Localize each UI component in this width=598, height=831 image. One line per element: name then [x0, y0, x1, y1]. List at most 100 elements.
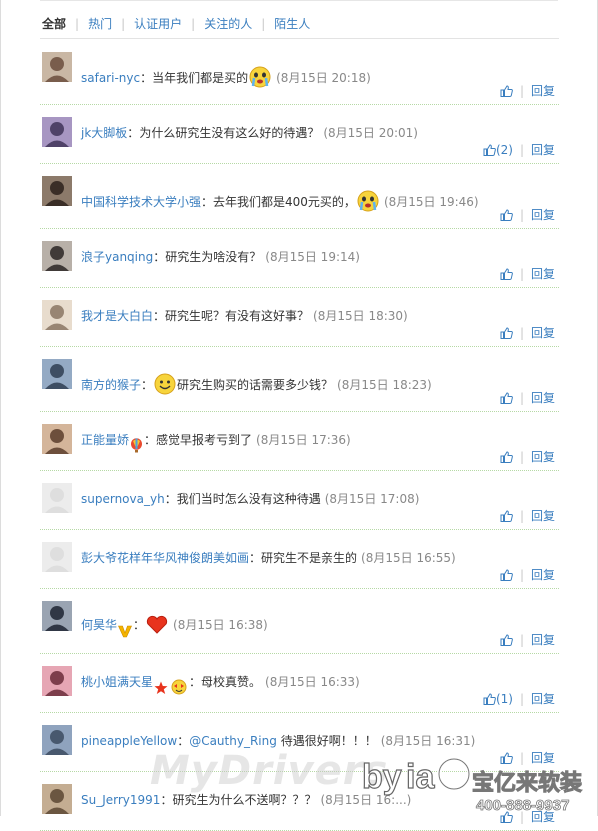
comment-username[interactable]: jk大脚板 [81, 126, 127, 140]
comment-username[interactable]: supernova_yh [81, 492, 165, 506]
comment-username[interactable]: 我才是大白白 [81, 309, 153, 323]
like-button[interactable] [500, 326, 513, 340]
avatar[interactable] [42, 359, 72, 389]
reply-button[interactable]: 回复 [531, 633, 555, 647]
comment-text: 研究生为啥没有？ [165, 250, 262, 264]
comment-item: safari-nyc：当年我们都是买的 (8月15日 20:18) | 回复 [40, 40, 559, 105]
like-button[interactable]: (1) [483, 692, 513, 706]
avatar[interactable] [42, 666, 72, 696]
action-separator: | [519, 267, 524, 281]
like-button[interactable] [500, 391, 513, 405]
like-button[interactable] [500, 509, 513, 523]
thumbs-up-icon [500, 751, 513, 765]
comment-item: pineappleYellow：@Cauthy_Ring 待遇很好啊！！！ (8月… [40, 713, 559, 772]
comment-text: 我们当时怎么没有这种待遇 [176, 492, 321, 506]
comment-mention[interactable]: @Cauthy_Ring [189, 734, 277, 748]
reply-button[interactable]: 回复 [531, 267, 555, 281]
comment-username[interactable]: safari-nyc [81, 71, 140, 85]
thumbs-up-icon [500, 568, 513, 582]
tab-hot[interactable]: 热门 [88, 17, 112, 31]
like-button[interactable] [500, 450, 513, 464]
reply-button[interactable]: 回复 [531, 143, 555, 157]
thumbs-up-icon [500, 450, 513, 464]
comment-username[interactable]: 中国科学技术大学小强 [81, 195, 201, 209]
reply-button[interactable]: 回复 [531, 391, 555, 405]
reply-button[interactable]: 回复 [531, 208, 555, 222]
avatar[interactable] [42, 300, 72, 330]
comment-time: (8月15日 18:30) [313, 309, 408, 323]
tab-following[interactable]: 关注的人 [204, 17, 252, 31]
avatar[interactable] [42, 601, 72, 631]
action-separator: | [519, 692, 524, 706]
action-separator: | [519, 751, 524, 765]
comment-item: 浪子yanqing：研究生为啥没有？ (8月15日 19:14) | 回复 [40, 229, 559, 288]
like-button[interactable] [500, 751, 513, 765]
avatar[interactable] [42, 784, 72, 814]
action-separator: | [519, 810, 524, 824]
comment-username[interactable]: 何昊华 [81, 618, 117, 632]
comment-text: 待遇很好啊！！！ [280, 734, 377, 748]
comment-actions: (1) | 回复 [483, 692, 555, 706]
colon-separator: ： [144, 433, 157, 447]
avatar[interactable] [42, 52, 72, 82]
comment-item: 我才是大白白：研究生呢？有没有这好事？ (8月15日 18:30) | 回复 [40, 288, 559, 347]
colon-separator: ： [140, 71, 153, 85]
like-button[interactable] [500, 810, 513, 824]
comment-actions: | 回复 [500, 84, 555, 98]
comment-time: (8月15日 19:46) [383, 195, 479, 209]
comment-actions: | 回复 [500, 267, 555, 281]
comment-actions: | 回复 [500, 568, 555, 582]
tab-separator: | [121, 17, 126, 31]
avatar[interactable] [42, 424, 72, 454]
tab-all[interactable]: 全部 [42, 17, 66, 31]
comment-time: (8月15日 18:23) [337, 378, 432, 392]
smile-face-icon [154, 373, 176, 399]
comment-text: 母校真赞。 [201, 675, 262, 689]
like-button[interactable] [500, 633, 513, 647]
reply-button[interactable]: 回复 [531, 450, 555, 464]
avatar[interactable] [42, 542, 72, 572]
like-button[interactable] [500, 568, 513, 582]
comment-actions: (2) | 回复 [483, 143, 555, 157]
avatar[interactable] [42, 176, 72, 206]
top-divider [40, 0, 558, 1]
comment-actions: | 回复 [500, 509, 555, 523]
comment-username[interactable]: 正能量娇 [81, 433, 129, 447]
comment-username[interactable]: 彭大爷花样年华风神俊朗美如画 [81, 551, 249, 565]
like-button[interactable] [500, 267, 513, 281]
avatar[interactable] [42, 483, 72, 513]
comment-item: 中国科学技术大学小强：去年我们都是400元买的， (8月15日 19:46) | 回复 [40, 164, 559, 229]
comment-username[interactable]: 桃小姐满天星 [81, 675, 153, 689]
reply-button[interactable]: 回复 [531, 751, 555, 765]
avatar[interactable] [42, 117, 72, 147]
tab-separator: | [75, 17, 80, 31]
reply-button[interactable]: 回复 [531, 568, 555, 582]
reply-button[interactable]: 回复 [531, 509, 555, 523]
reply-button[interactable]: 回复 [531, 692, 555, 706]
reply-button[interactable]: 回复 [531, 326, 555, 340]
avatar[interactable] [42, 725, 72, 755]
colon-separator: ： [249, 551, 262, 565]
comment-username[interactable]: 浪子yanqing [81, 250, 153, 264]
comment-username[interactable]: 南方的猴子 [81, 378, 141, 392]
comment-username[interactable]: Su_Jerry1991 [81, 793, 160, 807]
like-button[interactable] [500, 208, 513, 222]
tab-verified[interactable]: 认证用户 [134, 17, 182, 31]
comment-time: (8月15日 17:36) [256, 433, 351, 447]
tab-strangers[interactable]: 陌生人 [274, 17, 310, 31]
like-button[interactable] [500, 84, 513, 98]
verified-v-icon [118, 623, 132, 639]
colon-separator: ： [201, 195, 214, 209]
comment-body: 何昊华 ： (8月15日 16:38) [81, 615, 559, 639]
action-separator: | [519, 633, 524, 647]
comment-item: Su_Jerry1991：研究生为什么不送啊？？？ (8月15日 16:...) |… [40, 772, 559, 831]
like-button[interactable]: (2) [483, 143, 513, 157]
reply-button[interactable]: 回复 [531, 84, 555, 98]
reply-button[interactable]: 回复 [531, 810, 555, 824]
comment-item: 南方的猴子： 研究生购买的话需要多少钱？ (8月15日 18:23) | 回复 [40, 347, 559, 412]
comment-text: 研究生呢？有没有这好事？ [165, 309, 310, 323]
thumbs-up-icon [500, 509, 513, 523]
comment-time: (8月15日 19:14) [265, 250, 360, 264]
comment-username[interactable]: pineappleYellow [81, 734, 177, 748]
avatar[interactable] [42, 241, 72, 271]
